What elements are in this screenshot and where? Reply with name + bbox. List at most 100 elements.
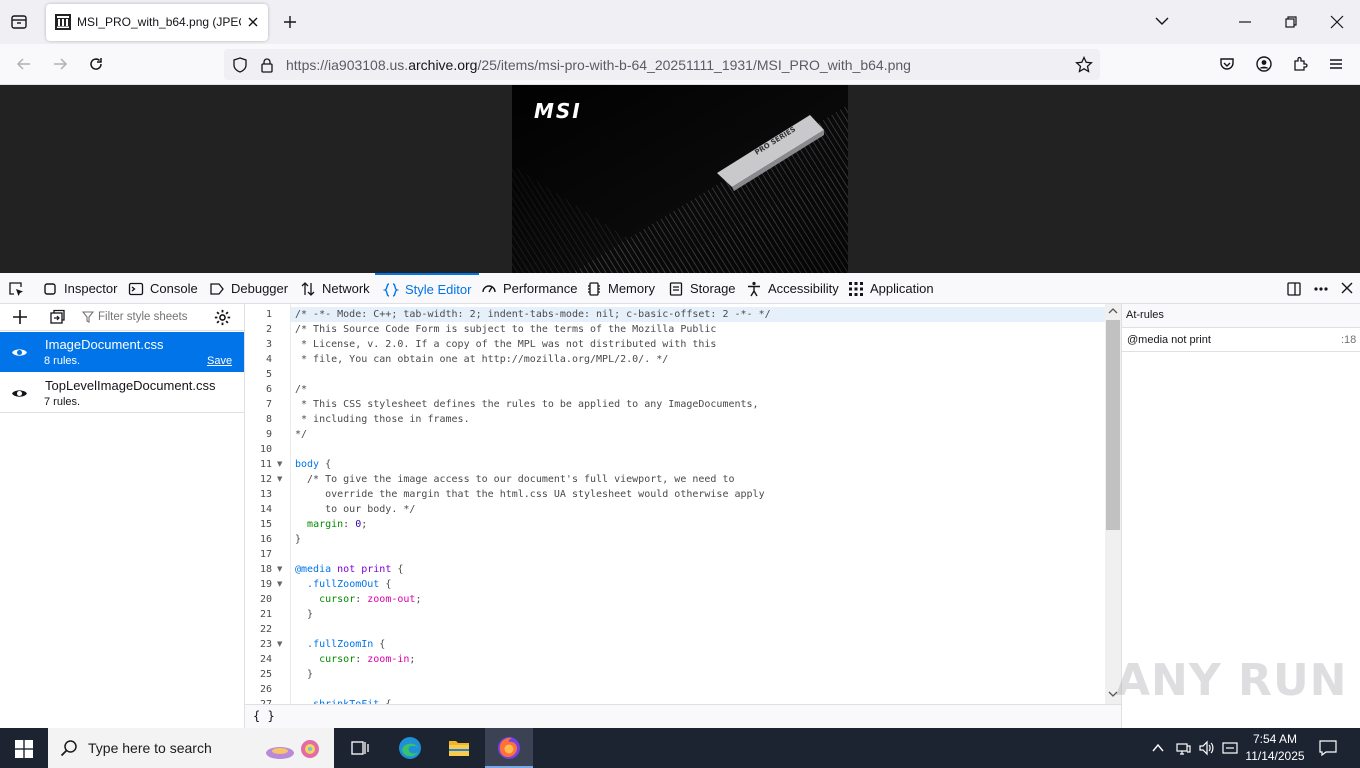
restore-icon[interactable] bbox=[1284, 15, 1298, 29]
filter-stylesheets-input[interactable]: Filter style sheets bbox=[98, 311, 187, 323]
tab-accessibility[interactable]: Accessibility bbox=[746, 273, 839, 304]
line-number: 3 bbox=[265, 339, 272, 350]
code-line[interactable]: * License, v. 2.0. If a copy of the MPL … bbox=[295, 337, 716, 352]
code-line[interactable]: /* -*- Mode: C++; tab-width: 2; indent-t… bbox=[291, 307, 1105, 322]
account-icon[interactable] bbox=[1256, 56, 1272, 72]
toggle-visibility-eye-icon[interactable] bbox=[11, 385, 28, 402]
save-link[interactable]: Save bbox=[207, 355, 232, 367]
code-line[interactable]: .fullZoomIn { bbox=[295, 637, 385, 652]
tab-inspector[interactable]: Inspector bbox=[42, 273, 117, 304]
code-line[interactable]: * including those in frames. bbox=[295, 412, 470, 427]
more-options-icon[interactable] bbox=[1313, 281, 1329, 297]
close-tab-icon[interactable] bbox=[247, 16, 259, 28]
line-number: 24 bbox=[259, 654, 272, 665]
code-line[interactable]: * This CSS stylesheet defines the rules … bbox=[295, 397, 759, 412]
at-rules-header: At-rules bbox=[1122, 304, 1360, 328]
code-line[interactable]: margin: 0; bbox=[295, 517, 367, 532]
taskbar-search-box[interactable]: Type here to search bbox=[48, 728, 334, 768]
code-editor[interactable]: 1 2 3 4 5 6 7 8 9 10 11 ▼ 12 ▼ 13 14 15 16 17 18 ▼ 19 ▼ 20 21 22 2… bbox=[245, 304, 1121, 704]
fold-chevron-icon[interactable]: ▼ bbox=[277, 637, 287, 652]
browser-tab[interactable]: MSI_PRO_with_b64.png (JPEG Image, 1920 ×… bbox=[46, 4, 268, 41]
tab-network[interactable]: Network bbox=[300, 273, 370, 304]
line-number-gutter: 1 2 3 4 5 6 7 8 9 10 11 ▼ 12 ▼ 13 14 15 16 17 18 ▼ 19 ▼ 20 21 22 2… bbox=[245, 304, 291, 704]
lock-icon[interactable] bbox=[260, 57, 274, 73]
ime-language-icon[interactable] bbox=[1222, 740, 1238, 756]
at-rule-line[interactable]: :18 bbox=[1341, 334, 1356, 346]
stylesheet-name: TopLevelImageDocument.css bbox=[45, 378, 216, 393]
firefox-taskbar-icon[interactable] bbox=[485, 728, 533, 768]
fold-chevron-icon[interactable]: ▼ bbox=[277, 457, 287, 472]
fold-chevron-icon[interactable]: ▼ bbox=[277, 562, 287, 577]
network-icon bbox=[301, 281, 315, 296]
firefox-view-icon[interactable] bbox=[10, 13, 28, 31]
bookmark-star-icon[interactable] bbox=[1075, 56, 1093, 74]
at-rule-item[interactable]: @media not print :18 bbox=[1122, 328, 1360, 352]
code-line[interactable]: } bbox=[295, 667, 313, 682]
scrollbar-thumb[interactable] bbox=[1106, 320, 1120, 530]
stylesheet-item-toplevelimagedocument[interactable]: TopLevelImageDocument.css 7 rules. bbox=[0, 373, 244, 413]
new-stylesheet-icon[interactable] bbox=[12, 309, 28, 325]
tab-debugger[interactable]: Debugger bbox=[209, 273, 288, 304]
code-line[interactable]: /* bbox=[295, 382, 307, 397]
show-hidden-icons-icon[interactable] bbox=[1151, 741, 1165, 755]
code-line[interactable]: .shrinkToFit { bbox=[295, 697, 391, 704]
tab-storage[interactable]: Storage bbox=[668, 273, 736, 304]
taskbar-clock[interactable]: 7:54 AM 11/14/2025 bbox=[1244, 731, 1306, 765]
tab-performance[interactable]: Performance bbox=[481, 273, 577, 304]
file-explorer-icon[interactable] bbox=[435, 728, 483, 768]
extensions-icon[interactable] bbox=[1292, 56, 1308, 72]
fold-chevron-icon[interactable]: ▼ bbox=[277, 472, 287, 487]
minimize-icon[interactable] bbox=[1238, 15, 1252, 29]
msi-pro-image: MSI PRO SERIES bbox=[512, 85, 848, 273]
pretty-print-button[interactable]: { } bbox=[253, 709, 275, 723]
code-line[interactable]: to our body. */ bbox=[295, 502, 415, 517]
code-line[interactable]: .fullZoomOut { bbox=[295, 577, 391, 592]
stylesheet-item-imagedocument[interactable]: ImageDocument.css 8 rules. Save bbox=[0, 332, 244, 372]
scroll-up-icon[interactable] bbox=[1108, 307, 1118, 315]
line-number: 13 bbox=[259, 489, 272, 500]
tab-application[interactable]: Application bbox=[848, 273, 934, 304]
code-line[interactable]: * file, You can obtain one at http://moz… bbox=[295, 352, 668, 367]
tab-memory[interactable]: Memory bbox=[586, 273, 655, 304]
url-bar[interactable]: https://ia903108.us.archive.org/25/items… bbox=[224, 49, 1100, 80]
tracking-shield-icon[interactable] bbox=[232, 57, 248, 73]
code-line[interactable]: /* To give the image access to our docum… bbox=[295, 472, 734, 487]
menu-hamburger-icon[interactable] bbox=[1328, 56, 1344, 72]
msi-logo: MSI bbox=[534, 99, 582, 123]
pocket-icon[interactable] bbox=[1219, 56, 1235, 72]
line-number: 26 bbox=[259, 684, 272, 695]
close-devtools-icon[interactable] bbox=[1340, 281, 1354, 295]
list-all-tabs-icon[interactable] bbox=[1154, 15, 1170, 27]
windows-start-icon[interactable] bbox=[15, 740, 33, 758]
forward-icon[interactable] bbox=[52, 56, 68, 72]
fold-chevron-icon[interactable]: ▼ bbox=[277, 577, 287, 592]
dock-side-icon[interactable] bbox=[1286, 281, 1302, 297]
code-line[interactable]: } bbox=[295, 532, 301, 547]
pick-element-icon[interactable] bbox=[8, 281, 24, 297]
reload-icon[interactable] bbox=[88, 56, 104, 72]
notifications-icon[interactable] bbox=[1319, 740, 1337, 756]
tab-console-label: Console bbox=[150, 281, 198, 296]
code-line[interactable]: @media not print { bbox=[295, 562, 403, 577]
tab-console[interactable]: Console bbox=[128, 273, 198, 304]
new-tab-icon[interactable] bbox=[282, 14, 298, 30]
code-line[interactable]: /* This Source Code Form is subject to t… bbox=[295, 322, 716, 337]
close-window-icon[interactable] bbox=[1330, 15, 1344, 29]
tab-style-editor[interactable]: Style Editor bbox=[375, 273, 480, 304]
code-line[interactable]: override the margin that the html.css UA… bbox=[295, 487, 765, 502]
volume-icon[interactable] bbox=[1198, 740, 1216, 756]
settings-gear-icon[interactable] bbox=[214, 309, 231, 326]
back-icon[interactable] bbox=[16, 56, 32, 72]
code-line[interactable]: } bbox=[295, 607, 313, 622]
edge-browser-icon[interactable] bbox=[386, 728, 434, 768]
line-number: 25 bbox=[259, 669, 272, 680]
task-view-icon[interactable] bbox=[336, 728, 384, 768]
network-status-icon[interactable] bbox=[1175, 740, 1191, 756]
code-line[interactable]: body { bbox=[295, 457, 331, 472]
code-line[interactable]: cursor: zoom-in; bbox=[295, 652, 415, 667]
import-stylesheet-icon[interactable] bbox=[49, 309, 65, 325]
code-line[interactable]: */ bbox=[295, 427, 307, 442]
code-line[interactable]: cursor: zoom-out; bbox=[295, 592, 421, 607]
tab-memory-label: Memory bbox=[608, 281, 655, 296]
toggle-visibility-eye-icon[interactable] bbox=[11, 344, 28, 361]
